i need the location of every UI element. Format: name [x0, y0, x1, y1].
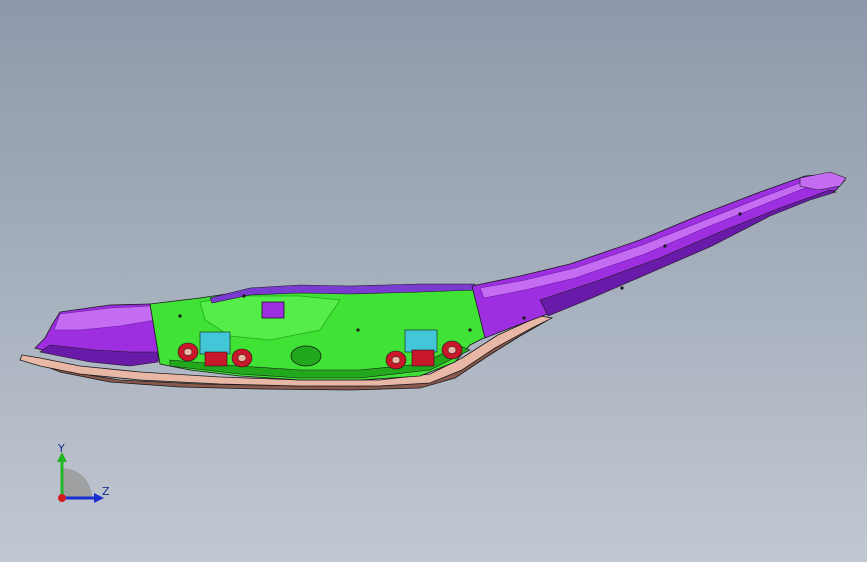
triad-plane	[62, 468, 92, 498]
body-hole	[178, 314, 182, 318]
round-hole	[290, 345, 322, 367]
arm-hole	[738, 212, 742, 216]
x-axis-dot-icon	[58, 494, 66, 502]
axis-triad: Y Z	[48, 438, 120, 510]
part-model[interactable]	[0, 0, 867, 562]
cad-viewport[interactable]: Y Z	[0, 0, 867, 562]
z-axis-label: Z	[102, 485, 110, 498]
body-hole	[356, 328, 360, 332]
arm-hole	[620, 286, 624, 290]
purple-arm-lower	[539, 189, 837, 317]
arm-hole	[663, 244, 667, 248]
purple-arm	[471, 173, 846, 339]
y-axis-label: Y	[58, 442, 65, 455]
purple-arm-tip	[799, 171, 847, 191]
square-cutout	[261, 301, 285, 319]
body-hole	[242, 294, 246, 298]
body-hole	[468, 328, 472, 332]
arm-hole	[522, 316, 526, 320]
